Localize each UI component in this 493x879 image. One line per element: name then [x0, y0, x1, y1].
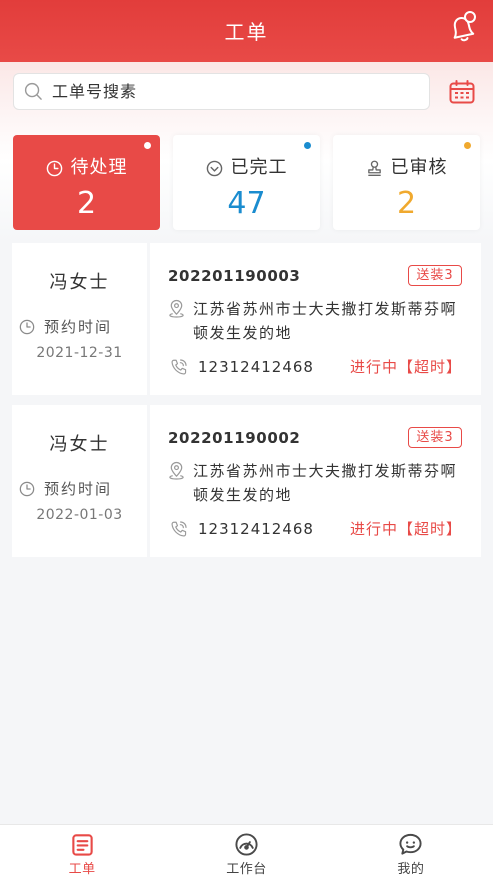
- appointment-row: 预约时间: [19, 479, 112, 499]
- search-icon: [24, 82, 43, 101]
- tab-label: 我的: [397, 862, 425, 877]
- stat-card-header: 已审核: [333, 157, 480, 179]
- customer-phone[interactable]: 12312412468: [198, 356, 314, 378]
- order-address: 江苏省苏州市士大夫撒打发斯蒂芬啊顿发生发的地: [193, 462, 458, 504]
- stat-indicator-dot: [304, 142, 311, 149]
- customer-name: 冯女士: [49, 272, 110, 293]
- order-detail-panel: 202201190003 送装3 江苏省苏州市士大夫撒打发斯蒂芬啊顿发生发的地 …: [150, 243, 481, 395]
- stamp-icon: [366, 160, 383, 177]
- clock-icon: [19, 319, 35, 335]
- stat-count: 47: [227, 186, 266, 221]
- stat-count: 2: [76, 186, 97, 221]
- location-pin-icon: [168, 299, 185, 318]
- bottom-tab-bar: 工单 工作台 我的: [0, 824, 493, 879]
- customer-name: 冯女士: [49, 434, 110, 455]
- order-detail-panel: 202201190002 送装3 江苏省苏州市士大夫撒打发斯蒂芬啊顿发生发的地 …: [150, 405, 481, 557]
- search-input[interactable]: [52, 74, 422, 109]
- clock-icon: [19, 481, 35, 497]
- stat-card-reviewed[interactable]: 已审核 2: [333, 135, 480, 230]
- chat-face-icon: [398, 832, 423, 857]
- stat-card-header: 待处理: [13, 157, 160, 179]
- order-card[interactable]: 冯女士 预约时间 2022-01-03 202201190002 送装3 江苏省…: [12, 405, 481, 557]
- tab-workbench[interactable]: 工作台: [164, 825, 328, 879]
- tab-work-orders[interactable]: 工单: [0, 825, 164, 879]
- order-type-badge: 送装3: [408, 427, 462, 448]
- stat-indicator-dot: [464, 142, 471, 149]
- order-address: 江苏省苏州市士大夫撒打发斯蒂芬啊顿发生发的地: [193, 300, 458, 342]
- tab-profile[interactable]: 我的: [329, 825, 493, 879]
- order-customer-panel: 冯女士 预约时间 2022-01-03: [12, 405, 147, 557]
- stat-label: 待处理: [70, 157, 128, 178]
- order-customer-panel: 冯女士 预约时间 2021-12-31: [12, 243, 147, 395]
- stat-card-completed[interactable]: 已完工 47: [173, 135, 320, 230]
- calendar-icon[interactable]: [449, 80, 475, 104]
- phone-icon[interactable]: [170, 520, 188, 538]
- tab-label: 工作台: [226, 862, 267, 877]
- check-circle-icon: [206, 160, 223, 177]
- bell-icon[interactable]: [448, 9, 478, 43]
- stat-card-pending[interactable]: 待处理 2: [13, 135, 160, 230]
- appointment-label: 预约时间: [44, 480, 113, 498]
- appointment-row: 预约时间: [19, 317, 112, 337]
- phone-icon[interactable]: [170, 358, 188, 376]
- stat-label: 已审核: [390, 157, 448, 178]
- dashboard-gauge-icon: [234, 832, 259, 857]
- tab-label: 工单: [68, 862, 96, 877]
- search-box[interactable]: [13, 73, 430, 110]
- app-header: 工单: [0, 0, 493, 62]
- stat-count: 2: [396, 186, 417, 221]
- page-title: 工单: [224, 20, 269, 44]
- customer-phone[interactable]: 12312412468: [198, 518, 314, 540]
- order-number: 202201190003: [168, 267, 301, 285]
- appointment-label: 预约时间: [44, 318, 113, 336]
- order-card[interactable]: 冯女士 预约时间 2021-12-31 202201190003 送装3 江苏省…: [12, 243, 481, 395]
- appointment-date: 2022-01-03: [36, 507, 123, 523]
- location-pin-icon: [168, 461, 185, 480]
- order-type-badge: 送装3: [408, 265, 462, 286]
- order-list-icon: [70, 832, 95, 857]
- order-status: 进行中【超时】: [349, 520, 462, 538]
- stat-card-header: 已完工: [173, 157, 320, 179]
- clock-icon: [46, 160, 63, 177]
- stat-label: 已完工: [230, 157, 288, 178]
- stat-indicator-dot: [144, 142, 151, 149]
- order-status: 进行中【超时】: [349, 358, 462, 376]
- appointment-date: 2021-12-31: [36, 345, 123, 361]
- order-number: 202201190002: [168, 429, 301, 447]
